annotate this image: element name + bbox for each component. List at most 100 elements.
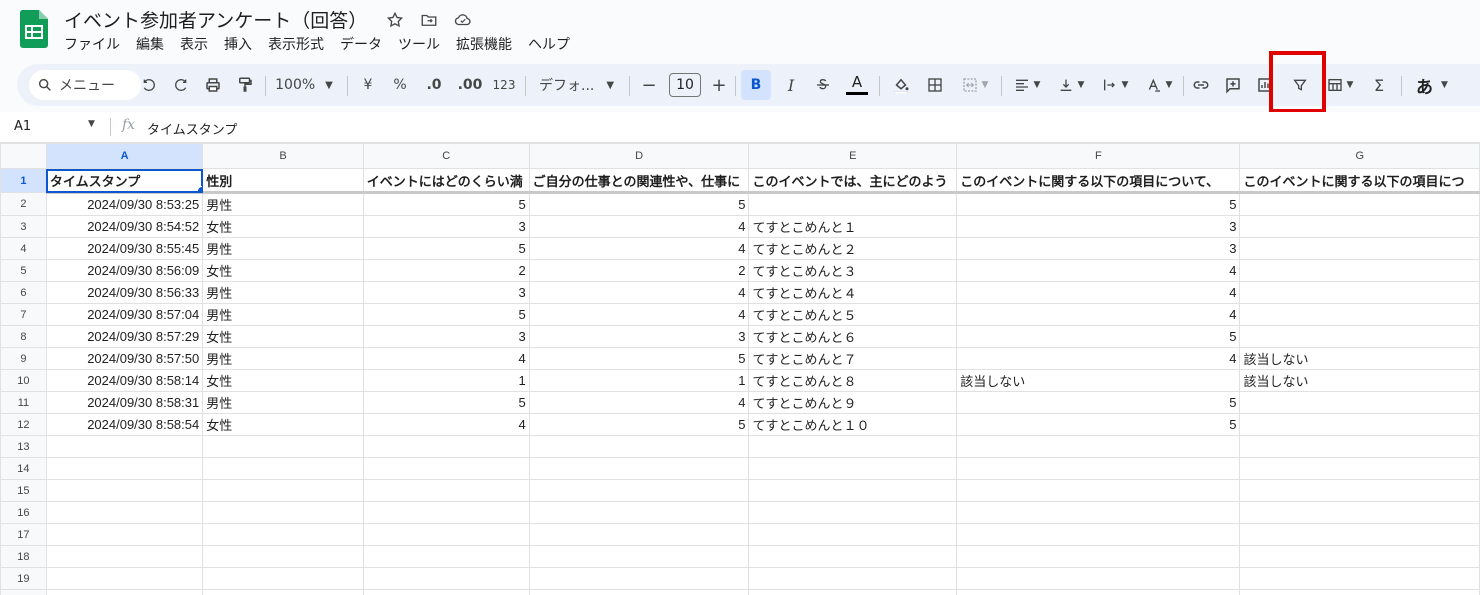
grid-cell[interactable]: 4 [956,303,1241,326]
grid-cell[interactable] [956,457,1241,480]
row-header[interactable]: 16 [0,501,47,524]
grid-cell[interactable]: 女性 [202,369,364,392]
grid-cell[interactable]: 2 [362,259,530,282]
move-folder-icon[interactable] [417,8,441,32]
grid-cell[interactable]: てすとこめんと８ [748,369,958,392]
grid-cell[interactable] [956,567,1241,590]
grid-cell[interactable]: 4 [956,281,1241,304]
decrease-font-size-button[interactable]: − [637,64,661,106]
grid-cell[interactable]: てすとこめんと４ [748,281,958,304]
grid-cell[interactable]: 5 [528,192,750,216]
grid-cell[interactable]: 4 [528,237,750,260]
grid-cell[interactable]: 男性 [202,237,364,260]
grid-cell[interactable]: 3 [362,325,530,348]
more-formats-button[interactable]: 123 [491,64,517,106]
grid-cell[interactable]: 女性 [202,215,364,238]
row-header[interactable]: 18 [0,545,47,568]
grid-cell[interactable] [1239,589,1480,595]
grid-cell[interactable] [748,545,958,568]
grid-cell[interactable] [748,192,958,216]
formula-input[interactable]: タイムスタンプ [147,119,237,138]
increase-decimal-button[interactable]: .00 [453,64,487,106]
grid-cell[interactable] [528,479,750,502]
italic-button[interactable]: I [777,64,805,106]
horizontal-align-icon[interactable]: ▼ [1007,64,1047,106]
grid-cell[interactable] [1239,303,1480,326]
font-family-select[interactable]: デフォ... ▼ [533,64,623,106]
grid-cell[interactable] [748,435,958,458]
grid-cell[interactable]: てすとこめんと２ [748,237,958,260]
column-header-g[interactable]: G [1239,143,1480,169]
grid-cell[interactable] [748,457,958,480]
grid-cell[interactable] [202,457,364,480]
menu-help[interactable]: ヘルプ [520,34,578,56]
grid-cell[interactable] [1239,413,1480,436]
currency-format-button[interactable]: ¥ [355,64,381,106]
column-header-f[interactable]: F [956,143,1241,169]
row-header[interactable]: 4 [0,237,47,260]
grid-cell[interactable] [362,435,530,458]
grid-cell[interactable] [45,523,204,546]
insert-comment-icon[interactable] [1219,64,1247,106]
grid-cell[interactable]: 5 [362,192,530,216]
functions-button[interactable]: Σ [1365,64,1393,106]
grid-cell[interactable]: 2024/09/30 8:56:09 [45,259,204,282]
row-header[interactable]: 7 [0,303,47,326]
grid-cell[interactable] [528,589,750,595]
grid-cell[interactable]: 4 [528,215,750,238]
cloud-saved-icon[interactable] [451,8,475,32]
grid-cell[interactable] [528,523,750,546]
grid-cell[interactable]: てすとこめんと１０ [748,413,958,436]
grid-cell[interactable]: 2024/09/30 8:57:04 [45,303,204,326]
grid-cell[interactable] [748,479,958,502]
grid-cell[interactable]: 5 [956,391,1241,414]
grid-cell[interactable]: 2024/09/30 8:55:45 [45,237,204,260]
grid-cell[interactable] [1239,259,1480,282]
grid-cell[interactable]: 女性 [202,325,364,348]
grid-cell[interactable] [202,523,364,546]
row-header[interactable]: 19 [0,567,47,590]
row-header[interactable]: 12 [0,413,47,436]
grid-cell[interactable]: 女性 [202,259,364,282]
menu-insert[interactable]: 挿入 [216,34,260,56]
row-header[interactable]: 20 [0,589,47,595]
grid-cell[interactable] [956,545,1241,568]
grid-cell[interactable]: 該当しない [1239,369,1480,392]
grid-cell[interactable] [1239,435,1480,458]
grid-cell[interactable] [748,589,958,595]
grid-cell[interactable] [1239,501,1480,524]
text-rotation-icon[interactable]: ▼ [1139,64,1179,106]
row-header[interactable]: 14 [0,457,47,480]
row-header[interactable]: 3 [0,215,47,238]
grid-cell[interactable] [1239,523,1480,546]
grid-cell[interactable]: 男性 [202,347,364,370]
grid-cell[interactable] [748,501,958,524]
grid-cell[interactable] [528,501,750,524]
grid-cell[interactable]: 2024/09/30 8:57:50 [45,347,204,370]
row-header[interactable]: 1 [0,168,47,193]
text-wrapping-icon[interactable]: ▼ [1095,64,1135,106]
grid-cell[interactable] [202,567,364,590]
grid-cell[interactable]: 4 [528,391,750,414]
grid-cell[interactable] [45,479,204,502]
grid-cell[interactable]: 男性 [202,303,364,326]
grid-cell[interactable]: 4 [528,303,750,326]
menu-file[interactable]: ファイル [64,34,128,56]
grid-cell[interactable] [1239,545,1480,568]
redo-icon[interactable] [167,64,195,106]
menu-format[interactable]: 表示形式 [260,34,332,56]
grid-cell[interactable] [202,501,364,524]
zoom-select[interactable]: 100% ▼ [271,64,337,106]
menu-tools[interactable]: ツール [390,34,448,56]
grid-cell[interactable]: 3 [362,281,530,304]
grid-cell[interactable] [748,523,958,546]
font-size-field[interactable]: 10 [667,64,703,106]
undo-icon[interactable] [135,64,163,106]
grid-cell[interactable]: 女性 [202,413,364,436]
grid-cell[interactable]: 2024/09/30 8:58:54 [45,413,204,436]
grid-cell[interactable] [362,567,530,590]
grid-cell[interactable] [956,589,1241,595]
grid-cell[interactable]: 1 [362,369,530,392]
grid-cell[interactable]: 5 [362,237,530,260]
grid-cell[interactable]: 4 [362,413,530,436]
